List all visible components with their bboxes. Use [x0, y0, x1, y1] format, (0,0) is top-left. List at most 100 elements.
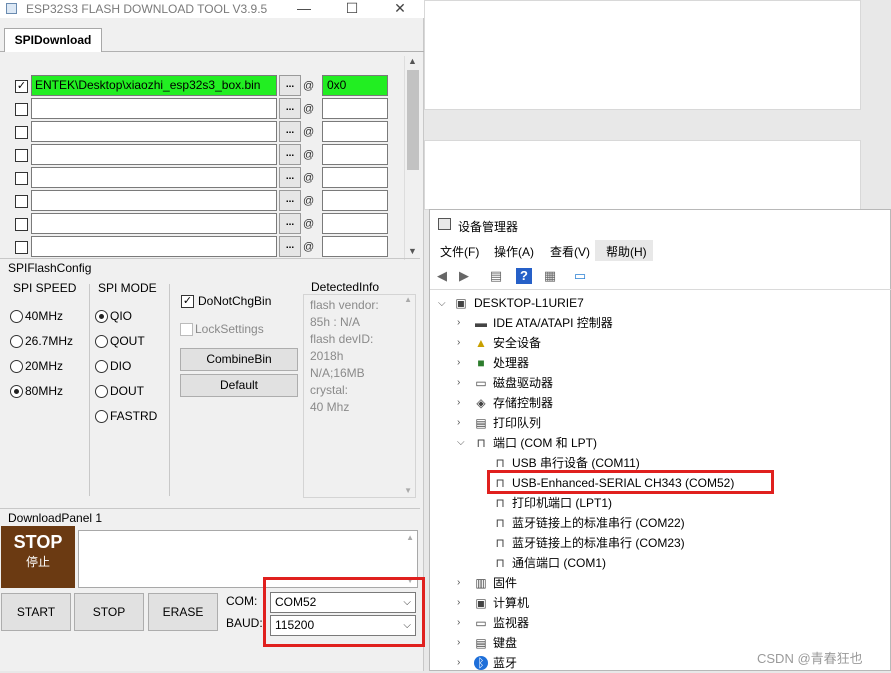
chevron-right-icon[interactable]: › [457, 657, 460, 668]
help-icon[interactable]: ? [516, 268, 532, 284]
chevron-down-icon[interactable]: ⌵ [457, 437, 465, 448]
radio-40mhz[interactable] [10, 310, 23, 323]
chevron-right-icon[interactable]: › [457, 337, 460, 348]
tree-child-item[interactable]: 蓝牙链接上的标准串行 (COM22) [512, 513, 685, 533]
browse-button[interactable]: ... [279, 144, 301, 165]
back-arrow-icon[interactable]: ◀ [434, 268, 450, 284]
menu-help[interactable]: 帮助(H) [606, 243, 647, 260]
monitor-icon[interactable]: ▭ [572, 268, 588, 284]
chevron-right-icon[interactable]: › [457, 617, 460, 628]
radio-dout[interactable] [95, 385, 108, 398]
file-path-input[interactable] [31, 167, 277, 188]
address-input[interactable] [322, 121, 388, 142]
tree-item[interactable]: 固件 [493, 573, 517, 593]
lock-settings-checkbox[interactable] [180, 323, 193, 336]
radio-26-7mhz[interactable] [10, 335, 23, 348]
address-input[interactable] [322, 236, 388, 257]
radio-qout[interactable] [95, 335, 108, 348]
menu-action[interactable]: 操作(A) [494, 243, 534, 260]
browse-button[interactable]: ... [279, 167, 301, 188]
file-row-checkbox[interactable] [15, 149, 28, 162]
browse-button[interactable]: ... [279, 75, 301, 96]
tree-item[interactable]: 端口 (COM 和 LPT) [493, 433, 597, 453]
chevron-right-icon[interactable]: › [457, 577, 460, 588]
chevron-right-icon[interactable]: › [457, 377, 460, 388]
chevron-right-icon[interactable]: › [457, 597, 460, 608]
properties-icon[interactable]: ▤ [488, 268, 504, 284]
menu-view[interactable]: 查看(V) [550, 243, 590, 260]
radio-fastrd[interactable] [95, 410, 108, 423]
chevron-right-icon[interactable]: › [457, 417, 460, 428]
tree-item[interactable]: 键盘 [493, 633, 517, 653]
erase-button[interactable]: ERASE [148, 593, 218, 631]
radio-qio[interactable] [95, 310, 108, 323]
radio-dio[interactable] [95, 360, 108, 373]
chevron-right-icon[interactable]: › [457, 317, 460, 328]
tree-item[interactable]: 计算机 [493, 593, 529, 613]
scrollbar-thumb[interactable] [407, 70, 419, 170]
file-path-input[interactable] [31, 121, 277, 142]
browse-button[interactable]: ... [279, 121, 301, 142]
file-row-checkbox[interactable] [15, 103, 28, 116]
file-row-checkbox[interactable] [15, 241, 28, 254]
combine-bin-button[interactable]: CombineBin [180, 348, 298, 371]
scroll-down-icon[interactable]: ▼ [408, 246, 417, 256]
file-path-input[interactable]: ENTEK\Desktop\xiaozhi_esp32s3_box.bin [31, 75, 277, 96]
do-not-chg-bin-checkbox[interactable]: ✓ [181, 295, 194, 308]
close-button[interactable]: ✕ [380, 0, 420, 18]
address-input[interactable] [322, 167, 388, 188]
file-row-checkbox[interactable] [15, 218, 28, 231]
tree-item[interactable]: 处理器 [493, 353, 529, 373]
chevron-right-icon[interactable]: › [457, 397, 460, 408]
tree-item[interactable]: 打印队列 [493, 413, 541, 433]
tree-item[interactable]: 蓝牙 [493, 653, 517, 673]
chevron-right-icon[interactable]: › [457, 637, 460, 648]
stop-button[interactable]: STOP [74, 593, 144, 631]
start-button[interactable]: START [1, 593, 71, 631]
tree-item[interactable]: 存储控制器 [493, 393, 553, 413]
tab-bar: SPIDownload [0, 26, 424, 52]
tree-item[interactable]: 监视器 [493, 613, 529, 633]
chevron-right-icon[interactable]: › [457, 357, 460, 368]
chevron-down-icon[interactable]: ⌵ [438, 298, 446, 309]
browse-button[interactable]: ... [279, 190, 301, 211]
tree-root[interactable]: DESKTOP-L1URIE7 [474, 293, 584, 313]
address-input[interactable]: 0x0 [322, 75, 388, 96]
maximize-button[interactable]: ☐ [332, 0, 372, 18]
radio-20mhz[interactable] [10, 360, 23, 373]
address-input[interactable] [322, 144, 388, 165]
scroll-up-icon[interactable]: ▲ [408, 56, 417, 66]
scroll-up-icon[interactable]: ▲ [404, 295, 412, 304]
menu-file[interactable]: 文件(F) [440, 243, 479, 260]
scroll-up-icon[interactable]: ▲ [406, 533, 414, 542]
browse-button[interactable]: ... [279, 98, 301, 119]
file-row-checkbox[interactable] [15, 172, 28, 185]
minimize-button[interactable]: — [284, 0, 324, 18]
default-button[interactable]: Default [180, 374, 298, 397]
file-path-input[interactable] [31, 98, 277, 119]
browse-button[interactable]: ... [279, 236, 301, 257]
file-path-input[interactable] [31, 190, 277, 211]
file-path-input[interactable] [31, 236, 277, 257]
file-path-input[interactable] [31, 144, 277, 165]
browse-button[interactable]: ... [279, 213, 301, 234]
file-row-checkbox[interactable]: ✓ [15, 80, 28, 93]
tree-item[interactable]: 磁盘驱动器 [493, 373, 553, 393]
tree-item[interactable]: 安全设备 [493, 333, 541, 353]
file-row-checkbox[interactable] [15, 195, 28, 208]
tree-item[interactable]: IDE ATA/ATAPI 控制器 [493, 313, 613, 333]
tree-child-item[interactable]: 蓝牙链接上的标准串行 (COM23) [512, 533, 685, 553]
file-row-checkbox[interactable] [15, 126, 28, 139]
tree-child-item[interactable]: 通信端口 (COM1) [512, 553, 606, 573]
radio-80mhz[interactable] [10, 385, 23, 398]
tab-spidownload[interactable]: SPIDownload [4, 28, 102, 52]
forward-arrow-icon[interactable]: ▶ [456, 268, 472, 284]
scan-hardware-icon[interactable]: ▦ [542, 268, 558, 284]
address-input[interactable] [322, 213, 388, 234]
address-input[interactable] [322, 190, 388, 211]
tree-child-item[interactable]: 打印机端口 (LPT1) [512, 493, 612, 513]
address-input[interactable] [322, 98, 388, 119]
scroll-down-icon[interactable]: ▼ [404, 486, 412, 495]
file-list-scrollbar[interactable]: ▲ ▼ [404, 56, 420, 260]
file-path-input[interactable] [31, 213, 277, 234]
